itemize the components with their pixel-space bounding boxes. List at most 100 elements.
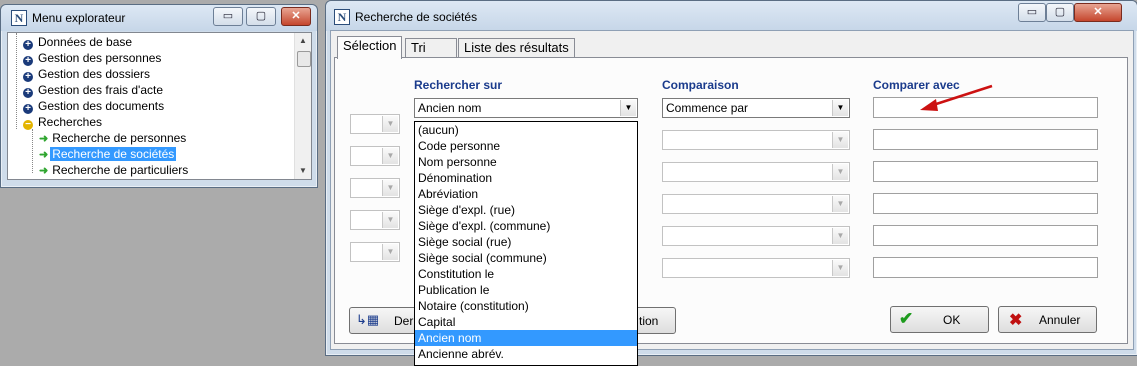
- tree-guide-line: [32, 129, 33, 173]
- dialog-title: Recherche de sociétés: [355, 10, 478, 24]
- dropdown-option[interactable]: Siège d'expl. (commune): [415, 218, 637, 234]
- chevron-down-icon[interactable]: ▼: [382, 116, 398, 132]
- maximize-button[interactable]: ▢: [246, 7, 276, 26]
- partial-middle-button-label: tion: [639, 314, 659, 328]
- expand-plus-icon: +: [23, 104, 33, 114]
- comparison-combo-4[interactable]: ▼: [662, 194, 850, 214]
- tab-results[interactable]: Liste des résultats: [458, 38, 575, 58]
- expand-plus-icon: +: [23, 72, 33, 82]
- ok-button[interactable]: ✔ OK: [890, 306, 989, 333]
- dropdown-option[interactable]: Constitution le: [415, 266, 637, 282]
- chevron-down-icon[interactable]: ▼: [620, 100, 636, 116]
- green-arrow-icon: ➜: [39, 133, 49, 145]
- compare-with-input-5[interactable]: [873, 225, 1098, 246]
- tree-node[interactable]: + Gestion des frais d'acte: [23, 82, 165, 98]
- green-arrow-icon: ➜: [39, 165, 49, 177]
- tree-node[interactable]: ➜ Recherche de particuliers: [39, 162, 190, 178]
- operator-combo-3[interactable]: ▼: [350, 146, 400, 166]
- tree-node-label: Recherche de particuliers: [52, 163, 189, 177]
- search-field-dropdown-list[interactable]: (aucun) Code personne Nom personne Dénomina…: [414, 121, 638, 366]
- expand-plus-icon: +: [23, 56, 33, 66]
- tree-node-label: Gestion des frais d'acte: [38, 83, 164, 97]
- app-logo-icon: N: [334, 9, 350, 25]
- grid-arrow-icon: ↳▦: [356, 312, 380, 327]
- chevron-down-icon[interactable]: ▼: [832, 228, 848, 244]
- chevron-down-icon[interactable]: ▼: [832, 260, 848, 276]
- green-arrow-icon: ➜: [39, 149, 49, 161]
- dropdown-option[interactable]: Publication le: [415, 282, 637, 298]
- chevron-down-icon[interactable]: ▼: [832, 196, 848, 212]
- explorer-titlebar[interactable]: N Menu explorateur ▭ ▢ ✕: [1, 5, 317, 31]
- tree-node[interactable]: ➜ Recherche de personnes: [39, 130, 188, 146]
- comparison-value: Commence par: [666, 101, 749, 115]
- app-logo-icon: N: [11, 10, 27, 26]
- dropdown-option[interactable]: Siège social (commune): [415, 250, 637, 266]
- dialog-titlebar[interactable]: N Recherche de sociétés ▭ ▢ ✕: [326, 1, 1137, 31]
- dropdown-option[interactable]: Abréviation: [415, 186, 637, 202]
- tree-node-label: Recherche de sociétés: [50, 147, 177, 161]
- tree-node-label: Gestion des personnes: [38, 51, 162, 65]
- dropdown-option[interactable]: Code personne: [415, 138, 637, 154]
- dropdown-option[interactable]: Nom personne: [415, 154, 637, 170]
- tree-node[interactable]: + Gestion des personnes: [23, 50, 163, 66]
- comparison-combo-2[interactable]: ▼: [662, 130, 850, 150]
- chevron-down-icon[interactable]: ▼: [832, 100, 848, 116]
- ok-button-label: OK: [943, 313, 961, 327]
- annotation-arrow: [920, 84, 993, 111]
- tree-node-label: Données de base: [38, 35, 133, 49]
- cancel-button-label: Annuler: [1039, 313, 1081, 327]
- partial-left-button[interactable]: ↳▦ Der: [349, 307, 417, 334]
- close-button[interactable]: ✕: [281, 7, 311, 26]
- tree-node[interactable]: + Gestion des dossiers: [23, 66, 152, 82]
- search-field-combo-1[interactable]: Ancien nom ▼: [414, 98, 638, 118]
- minimize-button[interactable]: ▭: [213, 7, 243, 26]
- tree-node[interactable]: + Gestion des documents: [23, 98, 166, 114]
- tab-tri-label: Tri: [411, 40, 426, 55]
- compare-with-input-6[interactable]: [873, 257, 1098, 278]
- comparison-combo-3[interactable]: ▼: [662, 162, 850, 182]
- dropdown-option[interactable]: (aucun): [415, 122, 637, 138]
- dropdown-option[interactable]: Ancien nom: [415, 330, 637, 346]
- operator-combo-6[interactable]: ▼: [350, 242, 400, 262]
- dropdown-option[interactable]: Siège d'expl. (rue): [415, 202, 637, 218]
- scroll-down-icon[interactable]: ▼: [295, 163, 311, 179]
- header-search-on: Rechercher sur: [414, 78, 503, 92]
- dropdown-option[interactable]: Dénomination: [415, 170, 637, 186]
- tree-node-label: Recherches: [38, 115, 103, 129]
- compare-with-input-2[interactable]: [873, 129, 1098, 150]
- dialog-close-button[interactable]: ✕: [1074, 3, 1122, 22]
- dialog-minimize-button[interactable]: ▭: [1018, 3, 1046, 22]
- chevron-down-icon[interactable]: ▼: [382, 180, 398, 196]
- dropdown-option[interactable]: Notaire (constitution): [415, 298, 637, 314]
- dropdown-option[interactable]: Ancienne abrév.: [415, 346, 637, 362]
- operator-combo-5[interactable]: ▼: [350, 210, 400, 230]
- tree-node[interactable]: − Recherches: [23, 114, 104, 130]
- tree-node[interactable]: ➜ Recherche de sociétés: [39, 146, 177, 162]
- chevron-down-icon[interactable]: ▼: [832, 164, 848, 180]
- scroll-up-icon[interactable]: ▲: [295, 33, 311, 49]
- compare-with-input-4[interactable]: [873, 193, 1098, 214]
- chevron-down-icon[interactable]: ▼: [382, 212, 398, 228]
- comparison-combo-1[interactable]: Commence par ▼: [662, 98, 850, 118]
- cancel-button[interactable]: ✖ Annuler: [998, 306, 1097, 333]
- tree-scrollbar[interactable]: ▲ ▼: [294, 33, 311, 179]
- chevron-down-icon[interactable]: ▼: [382, 148, 398, 164]
- collapse-minus-icon: −: [23, 120, 33, 130]
- dropdown-option[interactable]: Siège social (rue): [415, 234, 637, 250]
- tab-selection[interactable]: Sélection: [337, 36, 403, 59]
- dialog-maximize-button[interactable]: ▢: [1046, 3, 1074, 22]
- scroll-thumb[interactable]: [297, 51, 311, 67]
- explorer-tree[interactable]: ▲ ▼ + Données de base + Gestion des personn…: [7, 32, 312, 180]
- chevron-down-icon[interactable]: ▼: [832, 132, 848, 148]
- comparison-combo-5[interactable]: ▼: [662, 226, 850, 246]
- operator-combo-4[interactable]: ▼: [350, 178, 400, 198]
- explorer-title: Menu explorateur: [32, 11, 126, 25]
- chevron-down-icon[interactable]: ▼: [382, 244, 398, 260]
- compare-with-input-3[interactable]: [873, 161, 1098, 182]
- operator-combo-2[interactable]: ▼: [350, 114, 400, 134]
- tab-tri[interactable]: Tri: [405, 38, 457, 58]
- dropdown-option[interactable]: Capital: [415, 314, 637, 330]
- tree-node[interactable]: + Données de base: [23, 34, 134, 50]
- header-comparison: Comparaison: [662, 78, 739, 92]
- comparison-combo-6[interactable]: ▼: [662, 258, 850, 278]
